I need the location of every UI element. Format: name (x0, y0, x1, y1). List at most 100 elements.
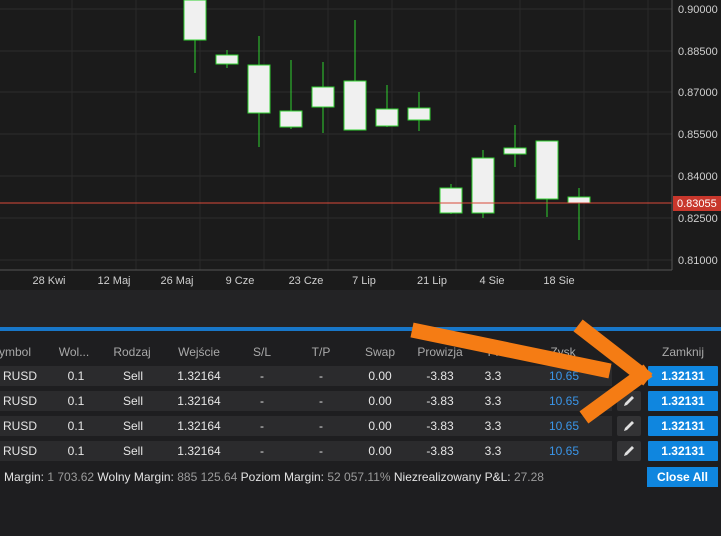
cell-profit: 10.65 (548, 419, 580, 433)
col-header-sl[interactable]: S/L (253, 345, 271, 359)
cell-type: Sell (122, 444, 144, 458)
cell-pips: 3.3 (484, 394, 502, 408)
candle-body (279, 110, 303, 128)
cell-entry: 1.32164 (177, 394, 221, 408)
free-margin-label: Wolny Margin: (97, 470, 174, 484)
cell-volume: 0.1 (67, 394, 85, 408)
col-header-type[interactable]: Rodzaj (113, 345, 150, 359)
price-tick-label: 0.84000 (678, 171, 718, 183)
price-tick-label: 0.90000 (678, 4, 718, 16)
close-position-button[interactable]: 1.32131 (648, 391, 718, 411)
cell-sl: - (260, 369, 264, 383)
price-tick-label: 0.81000 (678, 255, 718, 267)
cell-symbol: RUSD (3, 444, 38, 458)
cell-pips: 3.3 (484, 419, 502, 433)
close-position-button[interactable]: 1.32131 (648, 416, 718, 436)
position-row[interactable]: RUSD 0.1 Sell 1.32164 - - 0.00 -3.83 3.3… (0, 441, 612, 461)
pencil-icon (624, 421, 634, 431)
cell-swap: 0.00 (368, 444, 392, 458)
margin-value: 1 703.62 (47, 470, 95, 484)
price-tick-label: 0.85500 (678, 129, 718, 141)
cell-tp: - (319, 369, 323, 383)
pencil-icon (624, 446, 634, 456)
col-header-profit[interactable]: Zysk (550, 345, 575, 359)
cell-swap: 0.00 (368, 419, 392, 433)
col-header-close[interactable]: Zamknij (662, 345, 704, 359)
candle-body (567, 196, 591, 204)
edit-position-button[interactable] (617, 441, 641, 461)
position-row[interactable]: RUSD 0.1 Sell 1.32164 - - 0.00 -3.83 3.3… (0, 416, 612, 436)
candle-body (503, 147, 527, 155)
candle-body (343, 80, 367, 131)
col-header-entry[interactable]: Wejście (178, 345, 220, 359)
cell-sl: - (260, 444, 264, 458)
candle-body (311, 86, 335, 108)
free-margin-value: 885 125.64 (177, 470, 238, 484)
cell-pips: 3.3 (484, 369, 502, 383)
cell-commission: -3.83 (426, 369, 454, 383)
cell-symbol: RUSD (3, 369, 38, 383)
pencil-icon (624, 396, 634, 406)
margin-level-label: Poziom Margin: (240, 470, 325, 484)
date-tick-label: 28 Kwi (32, 275, 65, 287)
cell-tp: - (319, 394, 323, 408)
price-tick-label: 0.88500 (678, 46, 718, 58)
col-header-volume[interactable]: Wol... (59, 345, 89, 359)
col-header-commission[interactable]: Prowizja (417, 345, 462, 359)
cell-type: Sell (122, 419, 144, 433)
cell-volume: 0.1 (67, 444, 85, 458)
cell-type: Sell (122, 369, 144, 383)
cell-pips: 3.3 (484, 444, 502, 458)
cell-profit: 10.65 (548, 444, 580, 458)
current-price-label: 0.83055 (677, 198, 717, 210)
cell-entry: 1.32164 (177, 419, 221, 433)
cell-tp: - (319, 444, 323, 458)
panel-separator (0, 290, 721, 327)
col-header-symbol[interactable]: ymbol (0, 345, 31, 359)
cell-swap: 0.00 (368, 394, 392, 408)
col-header-pips[interactable]: Pi (488, 345, 499, 359)
candle-body (407, 107, 431, 121)
col-header-swap[interactable]: Swap (365, 345, 395, 359)
edit-position-button[interactable] (617, 416, 641, 436)
margin-label: Margin: (4, 470, 45, 484)
cell-symbol: RUSD (3, 394, 38, 408)
cell-volume: 0.1 (67, 369, 85, 383)
date-tick-label: 21 Lip (417, 275, 447, 287)
position-row[interactable]: RUSD 0.1 Sell 1.32164 - - 0.00 -3.83 3.3… (0, 391, 612, 411)
date-tick-label: 9 Cze (226, 275, 255, 287)
date-tick-label: 18 Sie (543, 275, 574, 287)
cell-commission: -3.83 (426, 444, 454, 458)
candle-body (247, 64, 271, 114)
edit-position-button[interactable] (617, 391, 641, 411)
candlestick-chart[interactable]: 0.90000 0.88500 0.87000 0.85500 0.84000 0.825… (0, 0, 721, 290)
cell-sl: - (260, 419, 264, 433)
cell-entry: 1.32164 (177, 369, 221, 383)
cell-volume: 0.1 (67, 419, 85, 433)
position-row[interactable]: RUSD 0.1 Sell 1.32164 - - 0.00 -3.83 3.3… (0, 366, 612, 386)
price-tick-label: 0.82500 (678, 213, 718, 225)
margin-level-value: 52 057.11% (327, 470, 391, 484)
date-tick-label: 23 Cze (289, 275, 324, 287)
unrealized-pnl-value: 27.28 (513, 470, 544, 484)
date-tick-label: 7 Lip (352, 275, 376, 287)
price-tick-label: 0.87000 (678, 87, 718, 99)
candle-body (375, 108, 399, 127)
col-header-tp[interactable]: T/P (312, 345, 331, 359)
date-tick-label: 4 Sie (479, 275, 504, 287)
cell-commission: -3.83 (426, 394, 454, 408)
cell-symbol: RUSD (3, 419, 38, 433)
candle-body (215, 54, 239, 65)
price-chart[interactable]: 0.90000 0.88500 0.87000 0.85500 0.84000 0.825… (0, 0, 721, 290)
close-position-button[interactable]: 1.32131 (648, 441, 718, 461)
candle-body (471, 157, 495, 214)
cell-profit: 10.65 (548, 369, 580, 383)
unrealized-pnl-label: Niezrealizowany P&L: (393, 470, 511, 484)
date-tick-label: 26 Maj (160, 275, 193, 287)
positions-panel: ymbol Wol... Rodzaj Wejście S/L T/P Swap… (0, 331, 721, 536)
candle-body (439, 187, 463, 214)
close-all-button[interactable]: Close All (647, 467, 718, 487)
close-position-button[interactable]: 1.32131 (648, 366, 718, 386)
cell-sl: - (260, 394, 264, 408)
cell-commission: -3.83 (426, 419, 454, 433)
